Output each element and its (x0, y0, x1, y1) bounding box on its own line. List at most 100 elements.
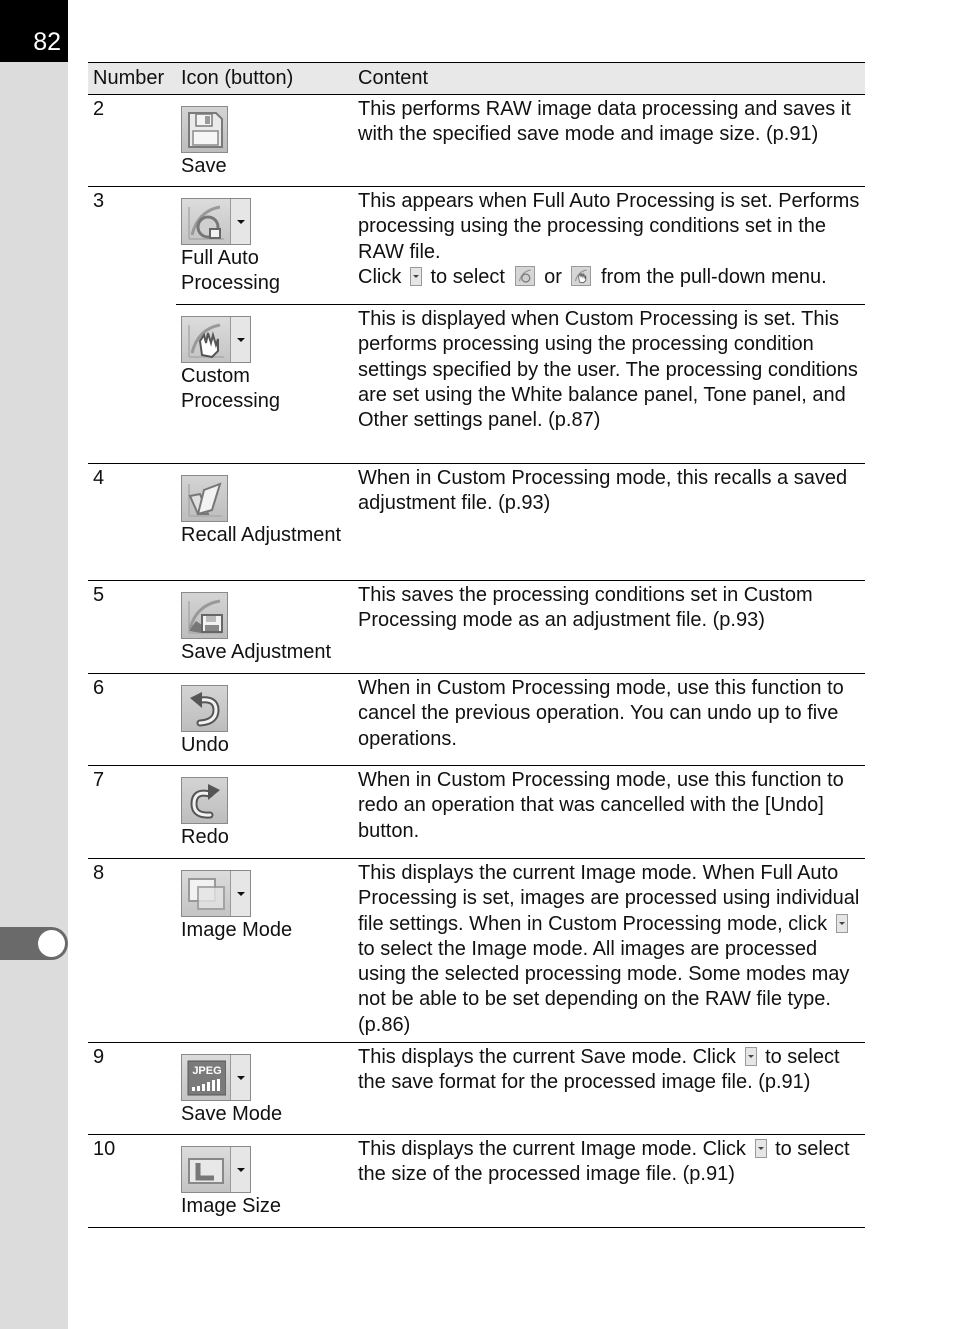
table-row: 9 JPEG Save Mode This displays the curre… (88, 1042, 865, 1135)
dropdown-arrow[interactable] (231, 199, 250, 244)
row-number: 3 (88, 186, 176, 464)
icon-cell: Image Size (176, 1134, 353, 1228)
content-cell: This displays the current Image mode. Cl… (353, 1134, 865, 1228)
icon-cell: Redo (176, 765, 353, 859)
image-size-button[interactable] (181, 1146, 251, 1193)
content-click-suffix: from the pull-down menu. (601, 265, 827, 288)
content-cell: This displays the current Save mode. Cli… (353, 1042, 865, 1135)
icon-cell: JPEG Save Mode (176, 1042, 353, 1135)
save-mode-icon: JPEG (187, 1060, 226, 1096)
redo-icon (190, 784, 220, 819)
dropdown-arrow[interactable] (231, 871, 250, 916)
icon-label: Redo (181, 826, 229, 848)
icon-label: Recall Adjustment (181, 524, 342, 546)
save-adjustment-icon (188, 599, 223, 634)
image-size-main[interactable] (182, 1147, 231, 1192)
dropdown-arrow-icon (744, 1047, 757, 1066)
full-auto-processing-button[interactable] (181, 198, 251, 245)
table-header-row: Number Icon (button) Content (88, 62, 865, 95)
table-row: Custom Processing This is displayed when… (88, 304, 865, 464)
recall-adjustment-icon (188, 482, 222, 517)
content-cell: This appears when Full Auto Processing i… (353, 186, 865, 305)
row-number: 9 (88, 1042, 176, 1135)
full-auto-processing-main[interactable] (182, 199, 231, 244)
icon-cell: Custom Processing (176, 304, 353, 464)
content-click-mid1: to select (430, 265, 505, 288)
header-icon: Icon (button) (176, 62, 353, 95)
undo-button[interactable] (181, 685, 228, 732)
content-cell: When in Custom Processing mode, use this… (353, 765, 865, 859)
save-icon (188, 112, 223, 148)
row-number: 8 (88, 858, 176, 1043)
content-click-prefix: Click (358, 265, 402, 288)
table-row: 4 Recall Adjustment When in Custom Proce… (88, 463, 865, 581)
content-text-before: This displays the current Image mode. Wh… (358, 862, 860, 935)
row-number: 4 (88, 463, 176, 581)
icon-label: Save Mode (181, 1103, 283, 1125)
image-mode-icon (188, 878, 225, 910)
icon-cell: Full Auto Processing (176, 186, 353, 305)
table-row: 8 Image Mode This displays the current I… (88, 858, 865, 1043)
row-number: 10 (88, 1134, 176, 1228)
full-auto-processing-icon (514, 265, 535, 286)
content-text-before: This displays the current Image mode. Cl… (358, 1138, 746, 1160)
full-auto-processing-icon (188, 205, 224, 240)
save-mode-main[interactable]: JPEG (182, 1055, 231, 1100)
content-text-after: to select the Image mode. All images are… (358, 937, 850, 1036)
undo-icon (190, 692, 220, 727)
dropdown-arrow[interactable] (231, 1055, 250, 1100)
save-adjustment-button[interactable] (181, 592, 228, 639)
icon-label: Save (181, 155, 227, 177)
icon-label: Custom Processing (181, 365, 280, 413)
content-cell: This displays the current Image mode. Wh… (353, 858, 865, 1043)
save-mode-button[interactable]: JPEG (181, 1054, 251, 1101)
dropdown-arrow-icon (409, 266, 422, 286)
content-text: This appears when Full Auto Processing i… (358, 190, 860, 263)
row-number: 7 (88, 765, 176, 859)
icon-label: Save Adjustment (181, 641, 332, 663)
custom-processing-main[interactable] (182, 317, 231, 362)
icon-label: Image Mode (181, 919, 293, 941)
image-mode-button[interactable] (181, 870, 251, 917)
custom-processing-icon (571, 265, 592, 286)
icon-cell: Save Adjustment (176, 580, 353, 674)
dropdown-arrow[interactable] (231, 1147, 250, 1192)
chevron-down-icon (236, 891, 245, 896)
chapter-tab-marker (0, 927, 68, 960)
save-mode-icon-text: JPEG (192, 1065, 221, 1077)
page-number: 82 (0, 0, 68, 62)
row-number: 5 (88, 580, 176, 674)
icon-cell: Image Mode (176, 858, 353, 1043)
content-cell: When in Custom Processing mode, this rec… (353, 463, 865, 581)
chevron-down-icon (236, 1075, 245, 1080)
row-number: 2 (88, 94, 176, 187)
save-button[interactable] (181, 106, 228, 153)
icon-label: Undo (181, 734, 229, 756)
table-row: 7 Redo When in Custom Processing mode, u… (88, 765, 865, 859)
table-row: 5 Save Adjustment This saves the process… (88, 580, 865, 674)
table-row: 10 Image Size This displays the current … (88, 1134, 865, 1228)
redo-button[interactable] (181, 777, 228, 824)
content-click-mid2: or (544, 265, 562, 288)
chapter-tab-dot (38, 930, 65, 957)
table-row: 2 Save This performs RAW image data proc… (88, 94, 865, 187)
custom-processing-icon (188, 323, 224, 359)
content-cell: When in Custom Processing mode, use this… (353, 673, 865, 766)
row-number: 6 (88, 673, 176, 766)
content-cell: This performs RAW image data processing … (353, 94, 865, 187)
icon-label: Image Size (181, 1195, 282, 1217)
dropdown-arrow[interactable] (231, 317, 250, 362)
icon-cell: Save (176, 94, 353, 187)
side-strip (0, 0, 68, 1329)
content-cell: This saves the processing conditions set… (353, 580, 865, 674)
chevron-down-icon (236, 219, 245, 224)
icon-label: Full Auto Processing (181, 247, 280, 295)
header-content: Content (353, 62, 865, 95)
icon-cell: Undo (176, 673, 353, 766)
recall-adjustment-button[interactable] (181, 475, 228, 522)
custom-processing-button[interactable] (181, 316, 251, 363)
image-mode-main[interactable] (182, 871, 231, 916)
content-cell: This is displayed when Custom Processing… (353, 304, 865, 464)
content-text-before: This displays the current Save mode. Cli… (358, 1046, 736, 1068)
button-reference-table: Number Icon (button) Content 2 Save This… (88, 62, 865, 1228)
